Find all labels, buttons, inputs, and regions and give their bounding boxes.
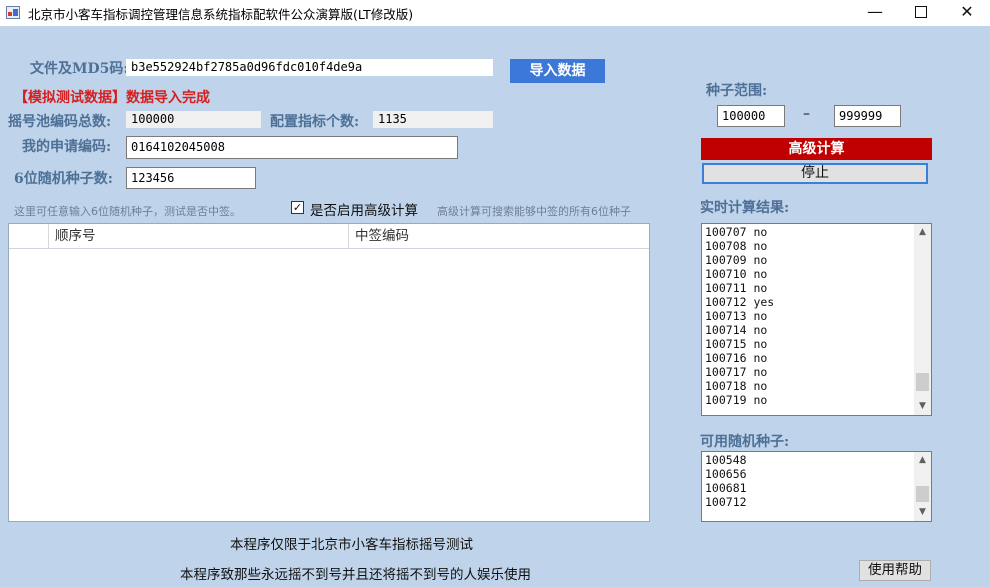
list-item[interactable]: 100708 no [705,239,774,253]
seed-range-dash: – [803,106,810,122]
quota-count-label: 配置指标个数: [270,114,360,130]
list-item[interactable]: 100707 no [705,225,774,239]
title-bar: 北京市小客车指标调控管理信息系统指标配软件公众演算版(LT修改版) — ✕ [0,0,990,26]
close-icon: ✕ [960,2,974,21]
realtime-label: 实时计算结果: [700,200,790,216]
seed-range-label: 种子范围: [706,83,768,99]
list-item[interactable]: 100717 no [705,365,774,379]
close-button[interactable]: ✕ [944,0,990,26]
scroll-down-arrow-icon[interactable]: ▼ [914,504,931,521]
realtime-scrollbar[interactable]: ▲ ▼ [914,224,931,415]
list-item[interactable]: 100712 yes [705,295,774,309]
seed-field[interactable]: 123456 [126,167,256,189]
scroll-up-arrow-icon[interactable]: ▲ [914,452,931,469]
seed-range-from[interactable]: 100000 [717,105,785,127]
advanced-checkbox[interactable]: ✓ [291,201,304,214]
seed-hint: 这里可任意输入6位随机种子，测试是否中签。 [14,205,241,218]
list-item[interactable]: 100712 [705,495,747,509]
list-item[interactable]: 100656 [705,467,747,481]
list-item[interactable]: 100709 no [705,253,774,267]
scroll-thumb[interactable] [916,373,929,392]
stop-button[interactable]: 停止 [702,163,928,184]
list-item[interactable]: 100713 no [705,309,774,323]
realtime-items: 100707 no 100708 no 100709 no 100710 no 1007… [705,225,774,407]
seed-range-to[interactable]: 999999 [834,105,901,127]
available-items: 100548 100656 100681 100712 [705,453,747,509]
minimize-icon: — [867,2,883,21]
available-seeds-label: 可用随机种子: [700,434,790,450]
app-icon [6,6,20,19]
realtime-results-list[interactable]: 100707 no 100708 no 100709 no 100710 no 1007… [701,223,932,416]
list-item[interactable]: 100718 no [705,379,774,393]
advanced-hint: 高级计算可搜索能够中签的所有6位种子 [437,205,631,218]
help-button[interactable]: 使用帮助 [859,560,931,581]
available-scrollbar[interactable]: ▲ ▼ [914,452,931,521]
scroll-up-arrow-icon[interactable]: ▲ [914,224,931,241]
grid-header-sequence[interactable]: 顺序号 [49,224,349,248]
maximize-button[interactable] [898,0,944,26]
list-item[interactable]: 100716 no [705,351,774,365]
scroll-down-arrow-icon[interactable]: ▼ [914,398,931,415]
grid-header-winning-code[interactable]: 中签编码 [349,224,649,248]
window-title: 北京市小客车指标调控管理信息系统指标配软件公众演算版(LT修改版) [28,7,414,22]
list-item[interactable]: 100710 no [705,267,774,281]
quota-count-field[interactable]: 1135 [373,111,493,128]
my-code-field[interactable]: 0164102045008 [126,136,458,159]
file-md5-label: 文件及MD5码: [30,61,129,77]
pool-total-label: 摇号池编码总数: [8,114,112,130]
import-data-button[interactable]: 导入数据 [510,59,605,83]
grid-header: 顺序号 中签编码 [9,224,649,249]
pool-total-field[interactable]: 100000 [126,111,261,128]
maximize-icon [915,5,927,18]
list-item[interactable]: 100711 no [705,281,774,295]
footer-disclaimer-2: 本程序致那些永远摇不到号并且还将摇不到号的人娱乐使用 [180,567,531,583]
list-item[interactable]: 100715 no [705,337,774,351]
scroll-thumb[interactable] [916,486,929,503]
seed-label: 6位随机种子数: [14,171,113,187]
list-item[interactable]: 100548 [705,453,747,467]
advanced-checkbox-label[interactable]: 是否启用高级计算 [310,199,418,219]
file-md5-field[interactable]: b3e552924bf2785a0d96fdc010f4de9a [126,59,493,76]
minimize-button[interactable]: — [852,0,898,26]
list-item[interactable]: 100681 [705,481,747,495]
results-grid[interactable]: 顺序号 中签编码 [8,223,650,522]
advanced-calc-button[interactable]: 高级计算 [701,138,932,160]
available-seeds-list[interactable]: 100548 100656 100681 100712 ▲ ▼ [701,451,932,522]
my-code-label: 我的申请编码: [22,139,112,155]
import-status-message: 【模拟测试数据】数据导入完成 [14,90,210,106]
list-item[interactable]: 100714 no [705,323,774,337]
footer-disclaimer-1: 本程序仅限于北京市小客车指标摇号测试 [230,537,473,553]
list-item[interactable]: 100719 no [705,393,774,407]
grid-header-select [9,224,49,248]
